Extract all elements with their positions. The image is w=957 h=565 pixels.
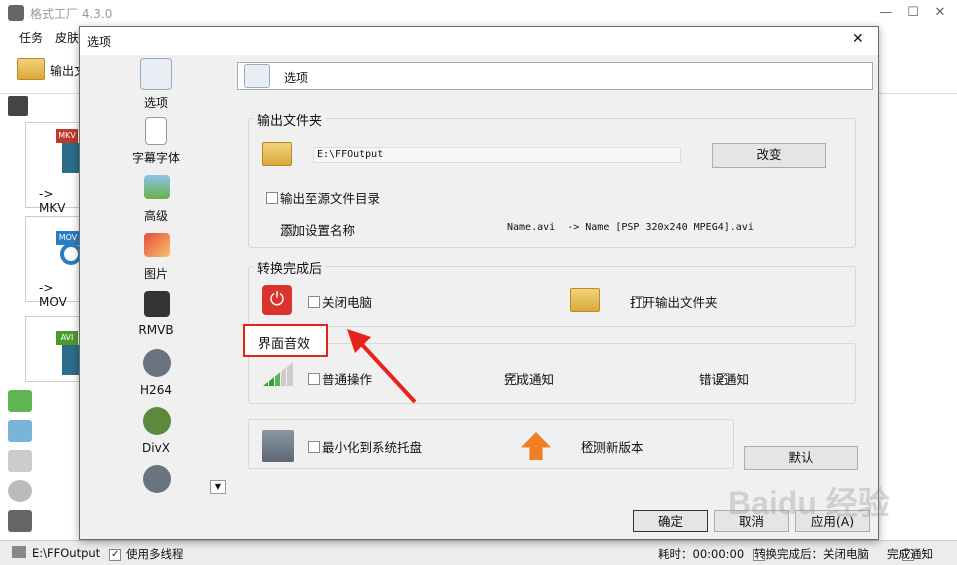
after-conversion-group-title: 转换完成后 [254, 258, 326, 277]
format-item-label: -> MOV [39, 281, 67, 309]
nav-rmvb[interactable]: RMVB [128, 289, 236, 347]
picture-icon [144, 233, 170, 257]
minimize-icon[interactable]: — [876, 3, 896, 23]
elapsed-time: 耗时：00:00:00 [658, 547, 745, 561]
statusbar: E:\FFOutput 使用多线程 耗时：00:00:00 转换完成后：关闭电脑… [0, 540, 957, 565]
rmvb-icon [144, 291, 170, 317]
output-path-field[interactable]: E:\FFOutput [313, 147, 681, 163]
watermark: Baidu 经验 [728, 485, 890, 521]
nav-h264[interactable]: H264 [128, 347, 236, 405]
annotation-arrow [347, 329, 417, 404]
format-item-mov[interactable]: MOV -> MOV [25, 216, 82, 309]
multithread-checkbox[interactable] [109, 548, 121, 561]
minimize-tray-label[interactable]: 最小化到系统托盘 [322, 437, 422, 456]
add-setting-name-label[interactable]: 添加设置名称 [280, 220, 355, 239]
status-path: E:\FFOutput [32, 546, 101, 560]
nav-divx[interactable]: DivX [128, 405, 236, 463]
output-folder-group: 输出文件夹 E:\FFOutput 改变 输出至源文件目录 添加设置名称 Nam… [248, 110, 856, 248]
open-folder-icon [570, 288, 600, 312]
menu-skin[interactable]: 皮肤 [55, 29, 79, 46]
minimize-tray-checkbox[interactable] [308, 440, 320, 453]
output-to-source-label[interactable]: 输出至源文件目录 [280, 188, 380, 207]
error-notify-sound-label[interactable]: 错误通知 [699, 369, 749, 388]
film-icon [62, 143, 80, 173]
dialog-close-icon[interactable]: ✕ [852, 31, 864, 47]
nav-scroll-down-icon[interactable]: ▼ [210, 480, 226, 494]
nav-subtitle-font[interactable]: 字幕字体 [128, 115, 236, 173]
output-to-source-checkbox[interactable] [266, 191, 278, 204]
shutdown-label[interactable]: 关闭电脑 [322, 292, 372, 311]
output-folder-group-title: 输出文件夹 [254, 110, 326, 129]
update-arrow-icon [521, 432, 551, 460]
misc-group: 最小化到系统托盘 检测新版本 [248, 419, 734, 469]
sound-group: 界面音效 普通操作 完成通知 错误通知 [248, 335, 856, 404]
options-nav: 选项 字幕字体 高级 图片 RMVB H264 DivX [128, 55, 238, 500]
format-item-mkv[interactable]: MKV -> MKV [25, 122, 80, 215]
app-titlebar: 格式工厂 4.3.0 — ☐ ✕ [0, 0, 957, 26]
highlight-label: 界面音效 [255, 333, 314, 352]
tray-icon [262, 430, 294, 462]
notify-label: 完成通知 [887, 547, 933, 561]
video-category-icon[interactable] [8, 96, 28, 116]
header-options-icon [244, 64, 270, 88]
advanced-icon [144, 175, 170, 199]
multithread-label: 使用多线程 [126, 547, 184, 561]
audio-category-icon[interactable] [8, 390, 32, 412]
film-icon [62, 345, 80, 375]
highlight-box: 界面音效 [243, 324, 328, 357]
close-icon[interactable]: ✕ [930, 3, 950, 23]
disc-category-icon[interactable] [8, 480, 32, 502]
normal-op-sound-checkbox[interactable] [308, 372, 320, 385]
film-reel-icon [143, 465, 171, 493]
open-output-folder-label[interactable]: 打开输出文件夹 [630, 292, 718, 311]
app-title: 格式工厂 4.3.0 [30, 7, 113, 21]
format-sidebar: MKV -> MKV MOV -> MOV AVI [0, 94, 82, 540]
volume-bars-icon [263, 362, 293, 386]
nav-options[interactable]: 选项 [128, 55, 236, 113]
change-button[interactable]: 改变 [712, 143, 826, 168]
divx-icon [143, 407, 171, 435]
mkv-badge: MKV [56, 129, 78, 143]
document-category-icon[interactable] [8, 450, 32, 472]
format-item-label: -> MKV [39, 187, 66, 215]
after-conversion-group: 转换完成后 ⏻ 关闭电脑 打开输出文件夹 [248, 258, 856, 327]
dialog-titlebar: 选项 ✕ [80, 27, 878, 55]
output-folder-icon [262, 142, 292, 166]
status-folder-icon [12, 546, 26, 558]
ok-button[interactable]: 确定 [633, 510, 708, 532]
setting-name-example: Name.avi -> Name [PSP 320x240 MPEG4].avi [507, 222, 754, 233]
content-header-title: 选项 [284, 71, 309, 85]
after-convert-label: 转换完成后：关闭电脑 [754, 547, 869, 561]
avi-badge: AVI [56, 331, 78, 345]
nav-advanced[interactable]: 高级 [128, 173, 236, 231]
dialog-title: 选项 [87, 35, 112, 49]
menu-task[interactable]: 任务 [19, 29, 43, 46]
maximize-icon[interactable]: ☐ [903, 3, 923, 23]
subtitle-font-icon [145, 117, 167, 145]
output-folder-icon[interactable] [17, 58, 45, 80]
app-logo-icon [8, 5, 24, 21]
format-item-avi[interactable]: AVI [25, 316, 80, 382]
h264-icon [143, 349, 171, 377]
tools-category-icon[interactable] [8, 510, 32, 532]
options-dialog: 选项 ✕ 选项 字幕字体 高级 图片 RMVB H264 DivX ▼ 选项 输… [79, 26, 879, 540]
power-icon: ⏻ [262, 285, 292, 315]
default-button[interactable]: 默认 [744, 446, 858, 470]
content-header: 选项 [237, 62, 873, 90]
done-notify-sound-label[interactable]: 完成通知 [504, 369, 554, 388]
options-icon [140, 58, 172, 90]
picture-category-icon[interactable] [8, 420, 32, 442]
nav-picture[interactable]: 图片 [128, 231, 236, 289]
check-update-label[interactable]: 检测新版本 [581, 437, 644, 456]
shutdown-checkbox[interactable] [308, 295, 320, 308]
